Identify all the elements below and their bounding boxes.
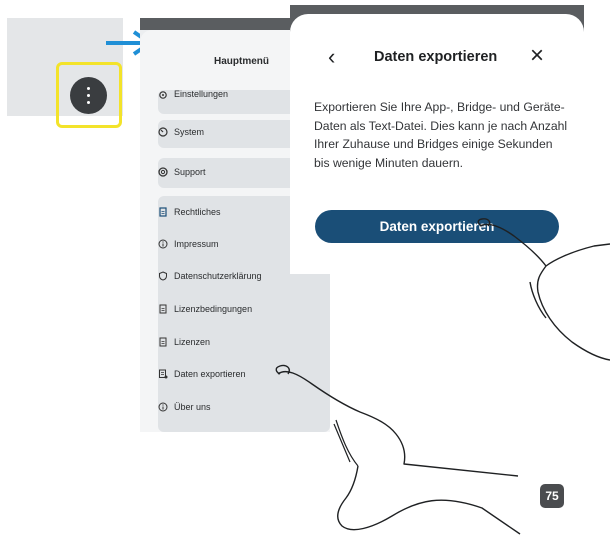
gear-icon <box>159 91 167 99</box>
menu-item-label: Einstellungen <box>174 89 229 99</box>
dialog-title: Daten exportieren <box>374 49 498 65</box>
menu-item-export-data[interactable]: Daten exportieren <box>174 369 246 379</box>
menu-item-label: System <box>174 127 205 137</box>
more-options-button[interactable] <box>70 77 107 114</box>
page-number-badge: 75 <box>540 484 564 508</box>
document-icon <box>159 337 167 347</box>
menu-item-legal[interactable]: Rechtliches <box>174 207 221 217</box>
dialog-description: Exportieren Sie Ihre App-, Bridge- und G… <box>314 100 568 170</box>
info-icon <box>158 402 168 412</box>
close-icon[interactable]: × <box>530 44 544 68</box>
menu-item-label: Support <box>174 167 206 177</box>
menu-item-imprint[interactable]: Impressum <box>174 239 219 249</box>
menu-item-license-terms[interactable]: Lizenzbedingungen <box>174 304 252 314</box>
export-icon <box>159 369 168 379</box>
dial-icon <box>158 127 168 137</box>
highlight-frame <box>56 62 122 128</box>
pointing-hand-icon <box>477 218 610 361</box>
document-icon <box>159 304 167 314</box>
menu-item-about[interactable]: Über uns <box>174 402 211 412</box>
back-arrow-icon[interactable]: ‹ <box>328 46 335 68</box>
menu-item-licenses[interactable]: Lizenzen <box>174 337 210 347</box>
menu-title: Hauptmenü <box>214 56 269 67</box>
menu-item-privacy[interactable]: Datenschutzerklärung <box>174 271 262 281</box>
shield-icon <box>159 271 167 281</box>
info-icon <box>158 239 168 249</box>
lifebuoy-icon <box>158 167 168 177</box>
document-icon <box>159 207 167 217</box>
pointing-hand-icon <box>275 364 521 535</box>
